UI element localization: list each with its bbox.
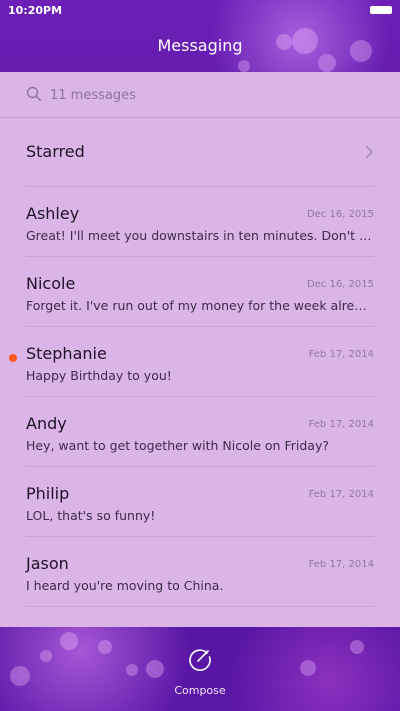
contact-name: Philip [26, 484, 70, 503]
message-date: Dec 16, 2015 [306, 279, 374, 290]
chevron-right-icon [365, 145, 373, 159]
status-time: 10:20PM [8, 4, 63, 17]
bokeh-light [300, 660, 316, 676]
conversation-row-ashley[interactable]: Ashley Dec 16, 2015 Great! I'll meet you… [0, 186, 400, 256]
message-preview: LOL, that's so funny! [26, 508, 156, 523]
message-date: Feb 17, 2014 [308, 419, 374, 430]
compose-label: Compose [174, 684, 226, 697]
conversation-row-andy[interactable]: Andy Feb 17, 2014 Hey, want to get toget… [0, 396, 400, 466]
search-bar[interactable] [0, 72, 400, 118]
bokeh-light [350, 640, 364, 654]
contact-name: Jason [26, 554, 69, 573]
bokeh-light [318, 54, 336, 72]
contact-name: Andy [26, 414, 67, 433]
bokeh-light [126, 664, 138, 676]
compose-icon [189, 649, 211, 671]
compose-button[interactable]: Compose [150, 646, 250, 706]
message-preview: Hey, want to get together with Nicole on… [26, 438, 329, 453]
conversation-row-stephanie[interactable]: Stephanie Feb 17, 2014 Happy Birthday to… [0, 326, 400, 396]
bokeh-light [238, 60, 250, 72]
message-panel: Starred Ashley Dec 16, 2015 Great! I'll … [0, 72, 400, 627]
contact-name: Nicole [26, 274, 76, 293]
message-preview: Great! I'll meet you downstairs in ten m… [26, 228, 374, 243]
page-title: Messaging [157, 36, 243, 55]
conversation-row-philip[interactable]: Philip Feb 17, 2014 LOL, that's so funny… [0, 466, 400, 536]
starred-folder[interactable]: Starred [26, 118, 374, 186]
bokeh-light [60, 632, 78, 650]
message-preview: Happy Birthday to you! [26, 368, 172, 383]
message-date: Feb 17, 2014 [308, 349, 374, 360]
contact-name: Ashley [26, 204, 80, 223]
conversation-row-jason[interactable]: Jason Feb 17, 2014 I heard you're moving… [0, 536, 400, 607]
conversation-list: Ashley Dec 16, 2015 Great! I'll meet you… [0, 186, 400, 607]
message-date: Feb 17, 2014 [308, 489, 374, 500]
bokeh-light [10, 666, 30, 686]
message-preview: I heard you're moving to China. [26, 578, 224, 593]
bokeh-light [40, 650, 52, 662]
starred-label: Starred [26, 142, 85, 161]
bokeh-light [98, 640, 112, 654]
message-date: Dec 16, 2015 [306, 209, 374, 220]
message-date: Feb 17, 2014 [308, 559, 374, 570]
message-preview: Forget it. I've run out of my money for … [26, 298, 374, 313]
battery-icon [370, 6, 392, 14]
conversation-row-nicole[interactable]: Nicole Dec 16, 2015 Forget it. I've run … [0, 256, 400, 326]
search-icon [26, 86, 42, 102]
status-bar: 10:20PM [0, 0, 400, 22]
search-input[interactable] [48, 84, 372, 106]
unread-indicator [9, 354, 17, 362]
contact-name: Stephanie [26, 344, 107, 363]
